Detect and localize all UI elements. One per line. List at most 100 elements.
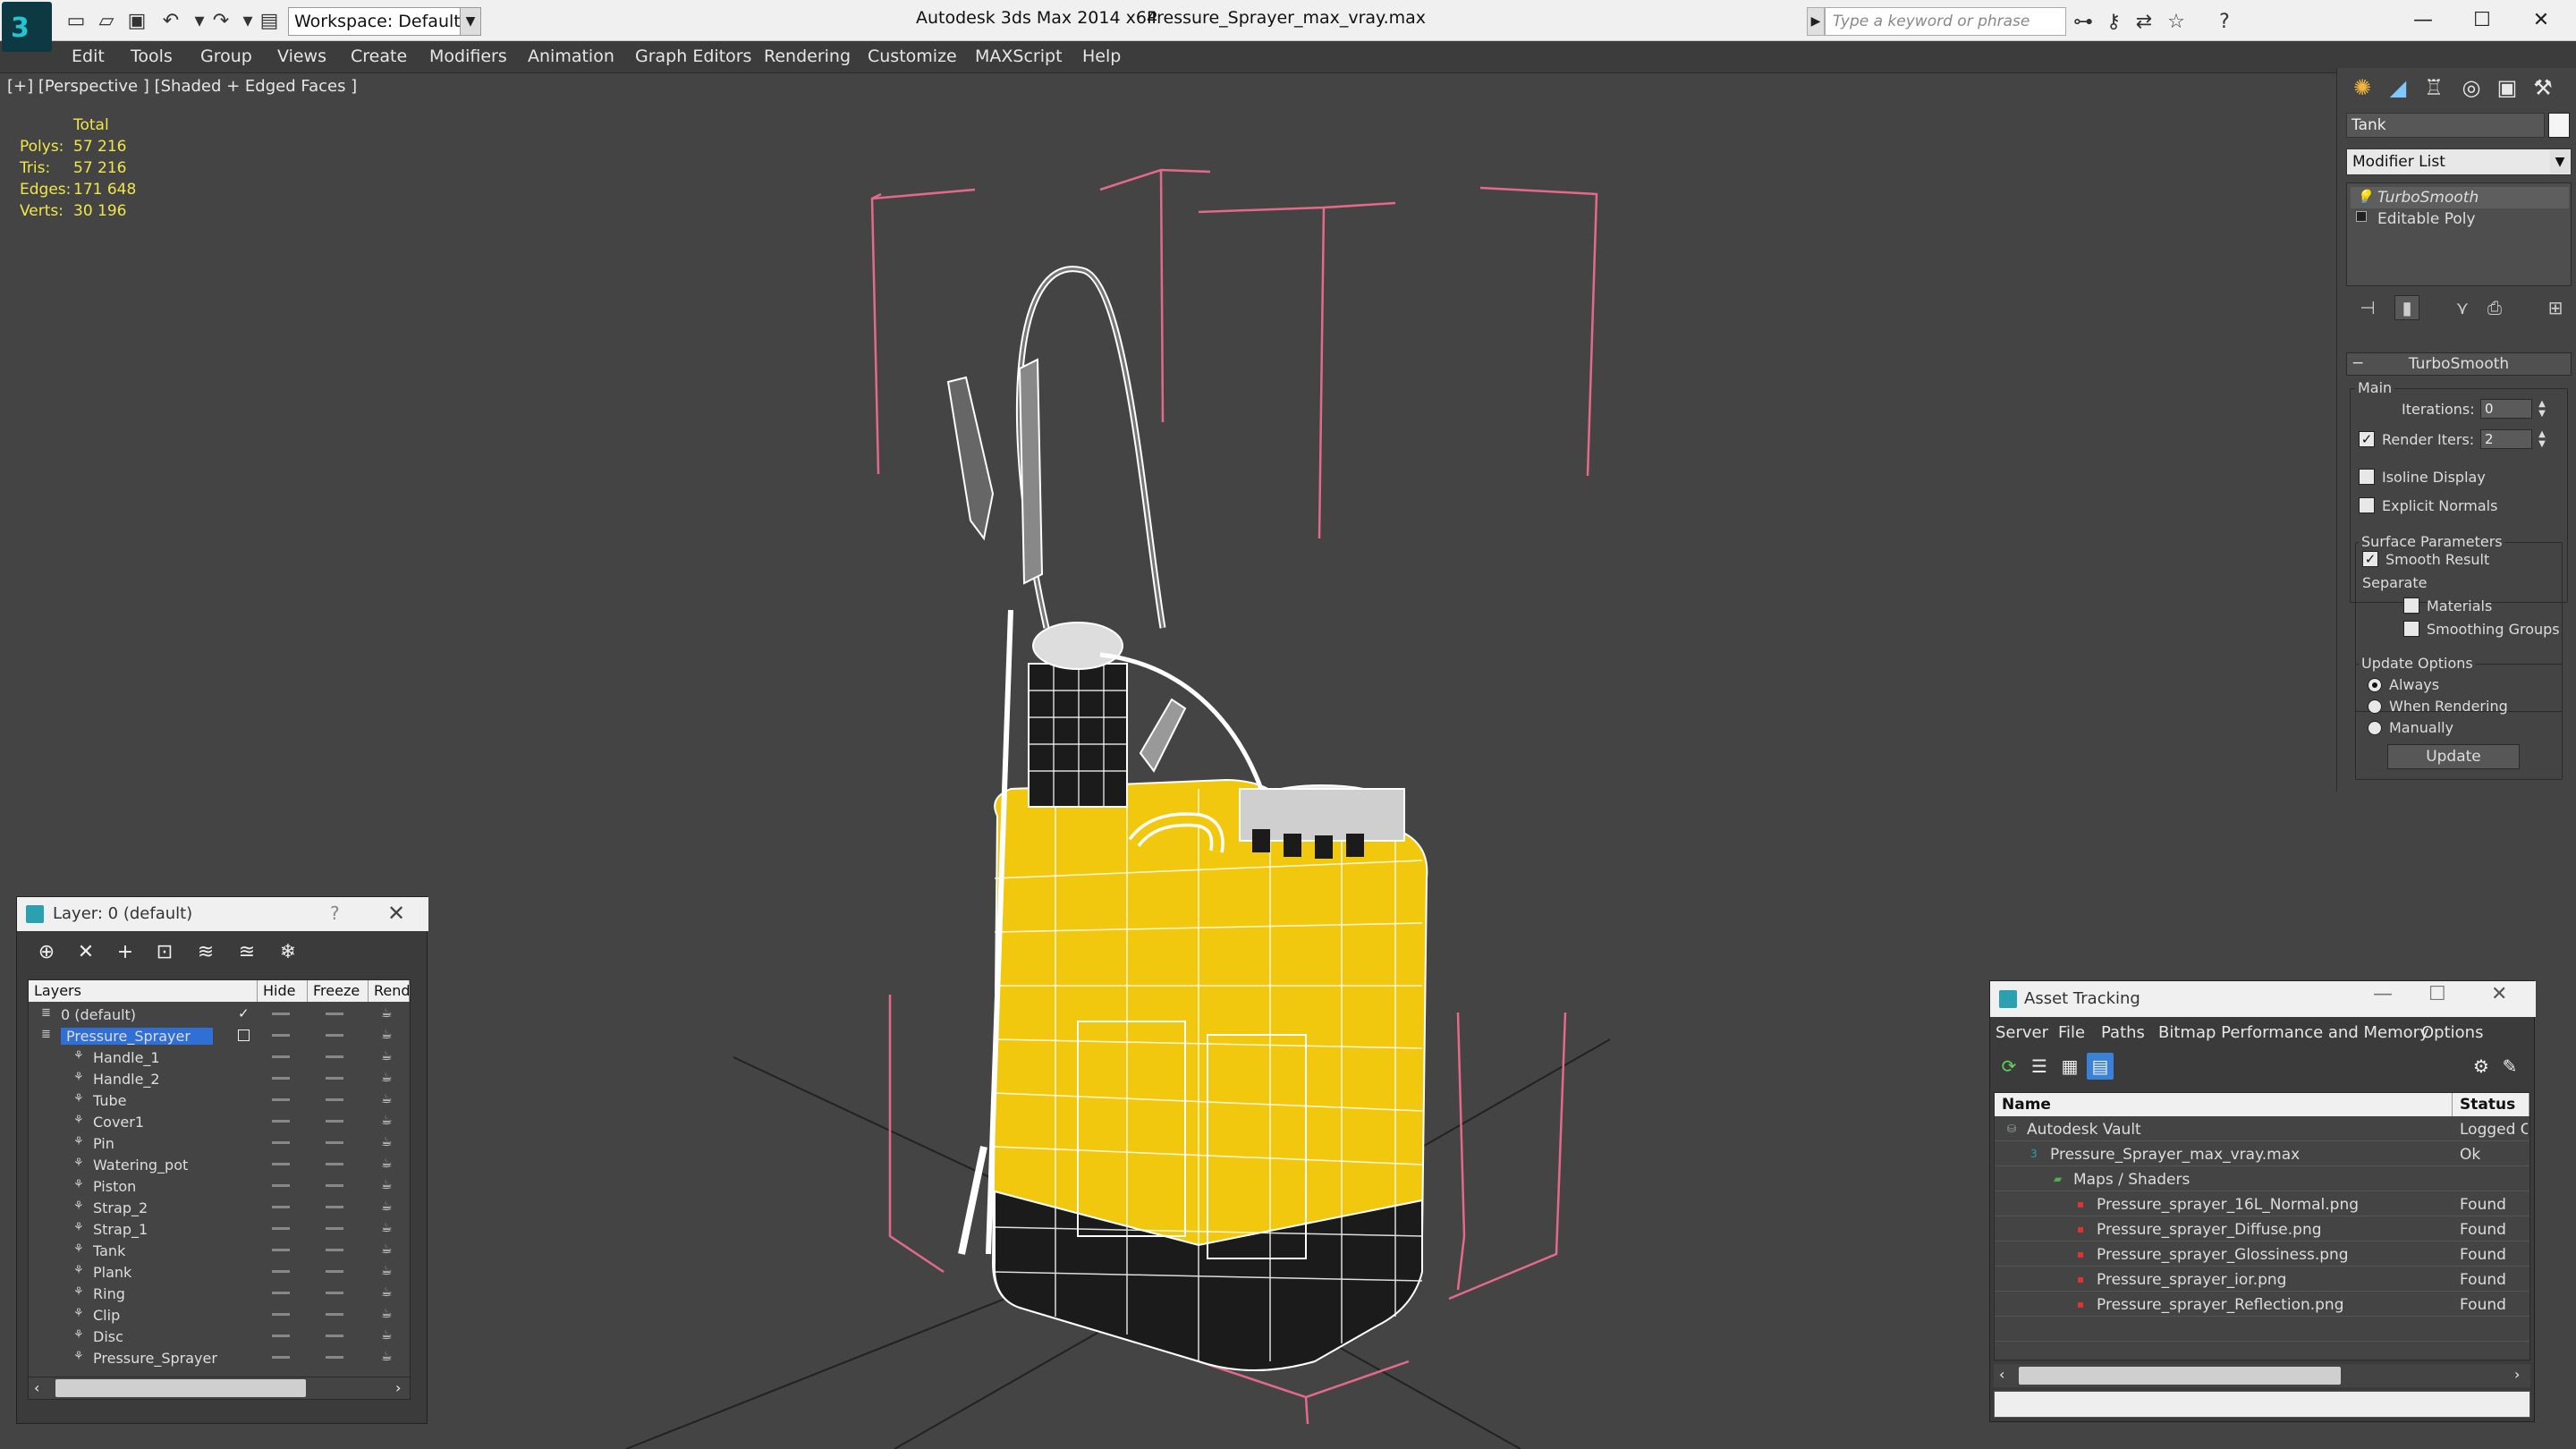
render-teapot-icon[interactable]: ☕ bbox=[381, 1114, 393, 1128]
freeze-toggle[interactable] bbox=[326, 1120, 343, 1123]
always-radio[interactable] bbox=[2368, 678, 2382, 692]
layer-row[interactable]: ⚘ Disc ☕ bbox=[29, 1326, 410, 1347]
render-teapot-icon[interactable]: ☕ bbox=[381, 1092, 393, 1106]
freeze-toggle[interactable] bbox=[326, 1313, 343, 1316]
motion-icon[interactable]: ◎ bbox=[2455, 72, 2487, 104]
render-teapot-icon[interactable]: ☕ bbox=[381, 1328, 393, 1343]
hide-toggle[interactable] bbox=[272, 1141, 290, 1144]
open-file-icon[interactable]: ▱ bbox=[93, 7, 120, 34]
freeze-all-layers-icon[interactable]: ❄ bbox=[275, 938, 301, 965]
spinner-arrows-icon[interactable]: ▲ ▼ bbox=[2536, 399, 2548, 419]
menu-customize[interactable]: Customize bbox=[868, 47, 957, 66]
asset-row[interactable]: ▪ Pressure_sprayer_ior.png Found bbox=[1995, 1268, 2529, 1292]
configure-sets-icon[interactable]: ⊞ bbox=[2543, 295, 2568, 320]
close-icon[interactable]: ✕ bbox=[2512, 0, 2571, 39]
list-view-icon[interactable]: ☰ bbox=[2026, 1053, 2053, 1080]
freeze-toggle[interactable] bbox=[326, 1141, 343, 1144]
layer-row[interactable]: ⚘ Pressure_Sprayer ☕ bbox=[29, 1347, 410, 1368]
asset-row[interactable]: ▪ Pressure_sprayer_Reflection.png Found bbox=[1995, 1293, 2529, 1317]
render-teapot-icon[interactable]: ☕ bbox=[381, 1071, 393, 1085]
update-button[interactable]: Update bbox=[2387, 744, 2520, 769]
select-in-layer-icon[interactable]: ⊡ bbox=[151, 938, 178, 965]
turbosmooth-rollout-header[interactable]: TurboSmooth bbox=[2346, 352, 2572, 376]
stack-item-turbosmooth[interactable]: 💡 TurboSmooth bbox=[2351, 187, 2569, 208]
close-icon[interactable]: ✕ bbox=[387, 901, 405, 926]
scroll-thumb[interactable] bbox=[2019, 1367, 2341, 1385]
menu-tools[interactable]: Tools bbox=[131, 47, 173, 66]
freeze-toggle[interactable] bbox=[326, 1055, 343, 1058]
explicit-normals-checkbox[interactable] bbox=[2359, 497, 2375, 513]
hide-all-layers-icon[interactable]: ≊ bbox=[233, 938, 260, 965]
search-expand-icon[interactable]: ▶ bbox=[1807, 7, 1825, 36]
layer-row[interactable]: ⚘ Watering_pot ☕ bbox=[29, 1154, 410, 1175]
layer-row[interactable]: ⚘ Handle_2 ☕ bbox=[29, 1068, 410, 1089]
vault-help-icon[interactable]: ⚙ bbox=[2468, 1053, 2495, 1080]
col-layers[interactable]: Layers bbox=[29, 980, 258, 1002]
asset-row[interactable]: 3 Pressure_Sprayer_max_vray.max Ok bbox=[1995, 1143, 2529, 1166]
new-file-icon[interactable]: ▭ bbox=[63, 7, 89, 34]
asset-row[interactable]: ▰ Maps / Shaders bbox=[1995, 1168, 2529, 1191]
render-teapot-icon[interactable]: ☕ bbox=[381, 1135, 393, 1149]
layer-row[interactable]: ⚘ Strap_1 ☕ bbox=[29, 1218, 410, 1240]
vault-settings-icon[interactable]: ✎ bbox=[2496, 1053, 2523, 1080]
hide-toggle[interactable] bbox=[272, 1249, 290, 1251]
manually-radio[interactable] bbox=[2368, 721, 2382, 735]
render-teapot-icon[interactable]: ☕ bbox=[381, 1028, 393, 1042]
hide-toggle[interactable] bbox=[272, 1206, 290, 1208]
utilities-icon[interactable]: ⚒ bbox=[2527, 72, 2559, 104]
layer-row[interactable]: ⚘ Strap_2 ☕ bbox=[29, 1197, 410, 1218]
object-color-swatch[interactable] bbox=[2548, 113, 2570, 138]
close-icon[interactable]: ✕ bbox=[2491, 983, 2507, 1005]
minimize-icon[interactable]: — bbox=[2373, 983, 2393, 1005]
render-iters-checkbox[interactable]: ✓ bbox=[2359, 431, 2375, 447]
project-folder-icon[interactable]: ▤ bbox=[256, 7, 283, 34]
layers-hscrollbar[interactable]: ‹ › bbox=[28, 1377, 411, 1400]
menu-create[interactable]: Create bbox=[351, 47, 407, 66]
maximize-icon[interactable]: ☐ bbox=[2428, 983, 2446, 1005]
freeze-toggle[interactable] bbox=[326, 1163, 343, 1165]
freeze-toggle[interactable] bbox=[326, 1077, 343, 1080]
hide-toggle[interactable] bbox=[272, 1184, 290, 1187]
hide-toggle[interactable] bbox=[272, 1270, 290, 1273]
new-layer-icon[interactable]: ⊕ bbox=[33, 938, 60, 965]
help-icon[interactable]: ? bbox=[2209, 7, 2240, 36]
asset-row[interactable]: ▪ Pressure_sprayer_Diffuse.png Found bbox=[1995, 1218, 2529, 1241]
help-icon[interactable]: ? bbox=[330, 902, 340, 924]
scroll-thumb[interactable] bbox=[55, 1379, 306, 1397]
collapse-icon[interactable]: − bbox=[2351, 354, 2364, 372]
menu-server[interactable]: Server bbox=[1996, 1023, 2048, 1042]
render-iters-spinner[interactable]: 2 bbox=[2480, 429, 2532, 449]
minimize-icon[interactable]: — bbox=[2394, 0, 2453, 39]
render-teapot-icon[interactable]: ☕ bbox=[381, 1264, 393, 1278]
col-hide[interactable]: Hide bbox=[258, 980, 308, 1002]
show-end-result-icon[interactable]: ▮ bbox=[2394, 295, 2419, 320]
render-teapot-icon[interactable]: ☕ bbox=[381, 1178, 393, 1192]
render-teapot-icon[interactable]: ☕ bbox=[381, 1242, 393, 1257]
chevron-down-icon[interactable]: ▼ bbox=[460, 7, 481, 36]
hide-toggle[interactable] bbox=[272, 1163, 290, 1165]
render-teapot-icon[interactable]: ☕ bbox=[381, 1157, 393, 1171]
menu-file[interactable]: File bbox=[2058, 1023, 2085, 1042]
col-freeze[interactable]: Freeze bbox=[308, 980, 369, 1002]
col-name[interactable]: Name bbox=[1995, 1093, 2453, 1116]
object-name-field[interactable]: Tank bbox=[2346, 113, 2545, 138]
add-to-layer-icon[interactable]: + bbox=[112, 938, 139, 965]
undo-icon[interactable]: ↶ bbox=[157, 7, 184, 34]
when-rendering-radio[interactable] bbox=[2368, 699, 2382, 714]
freeze-toggle[interactable] bbox=[326, 1292, 343, 1294]
scroll-left-icon[interactable]: ‹ bbox=[1999, 1366, 2004, 1383]
make-unique-icon[interactable]: ⋎ bbox=[2450, 295, 2475, 320]
key-icon[interactable]: ⚷ bbox=[2098, 7, 2129, 36]
layer-row[interactable]: ⚘ Cover1 ☕ bbox=[29, 1111, 410, 1132]
search-input[interactable]: Type a keyword or phrase bbox=[1825, 7, 2066, 36]
freeze-toggle[interactable] bbox=[326, 1249, 343, 1251]
render-teapot-icon[interactable]: ☕ bbox=[381, 1350, 393, 1364]
menu-rendering[interactable]: Rendering bbox=[764, 47, 851, 66]
hide-toggle[interactable] bbox=[272, 1034, 290, 1037]
freeze-toggle[interactable] bbox=[326, 1034, 343, 1037]
freeze-toggle[interactable] bbox=[326, 1098, 343, 1101]
layer-row[interactable]: ⚘ Clip ☕ bbox=[29, 1304, 410, 1326]
materials-checkbox[interactable] bbox=[2403, 597, 2419, 614]
menu-modifiers[interactable]: Modifiers bbox=[429, 47, 507, 66]
menu-maxscript[interactable]: MAXScript bbox=[975, 47, 1063, 66]
